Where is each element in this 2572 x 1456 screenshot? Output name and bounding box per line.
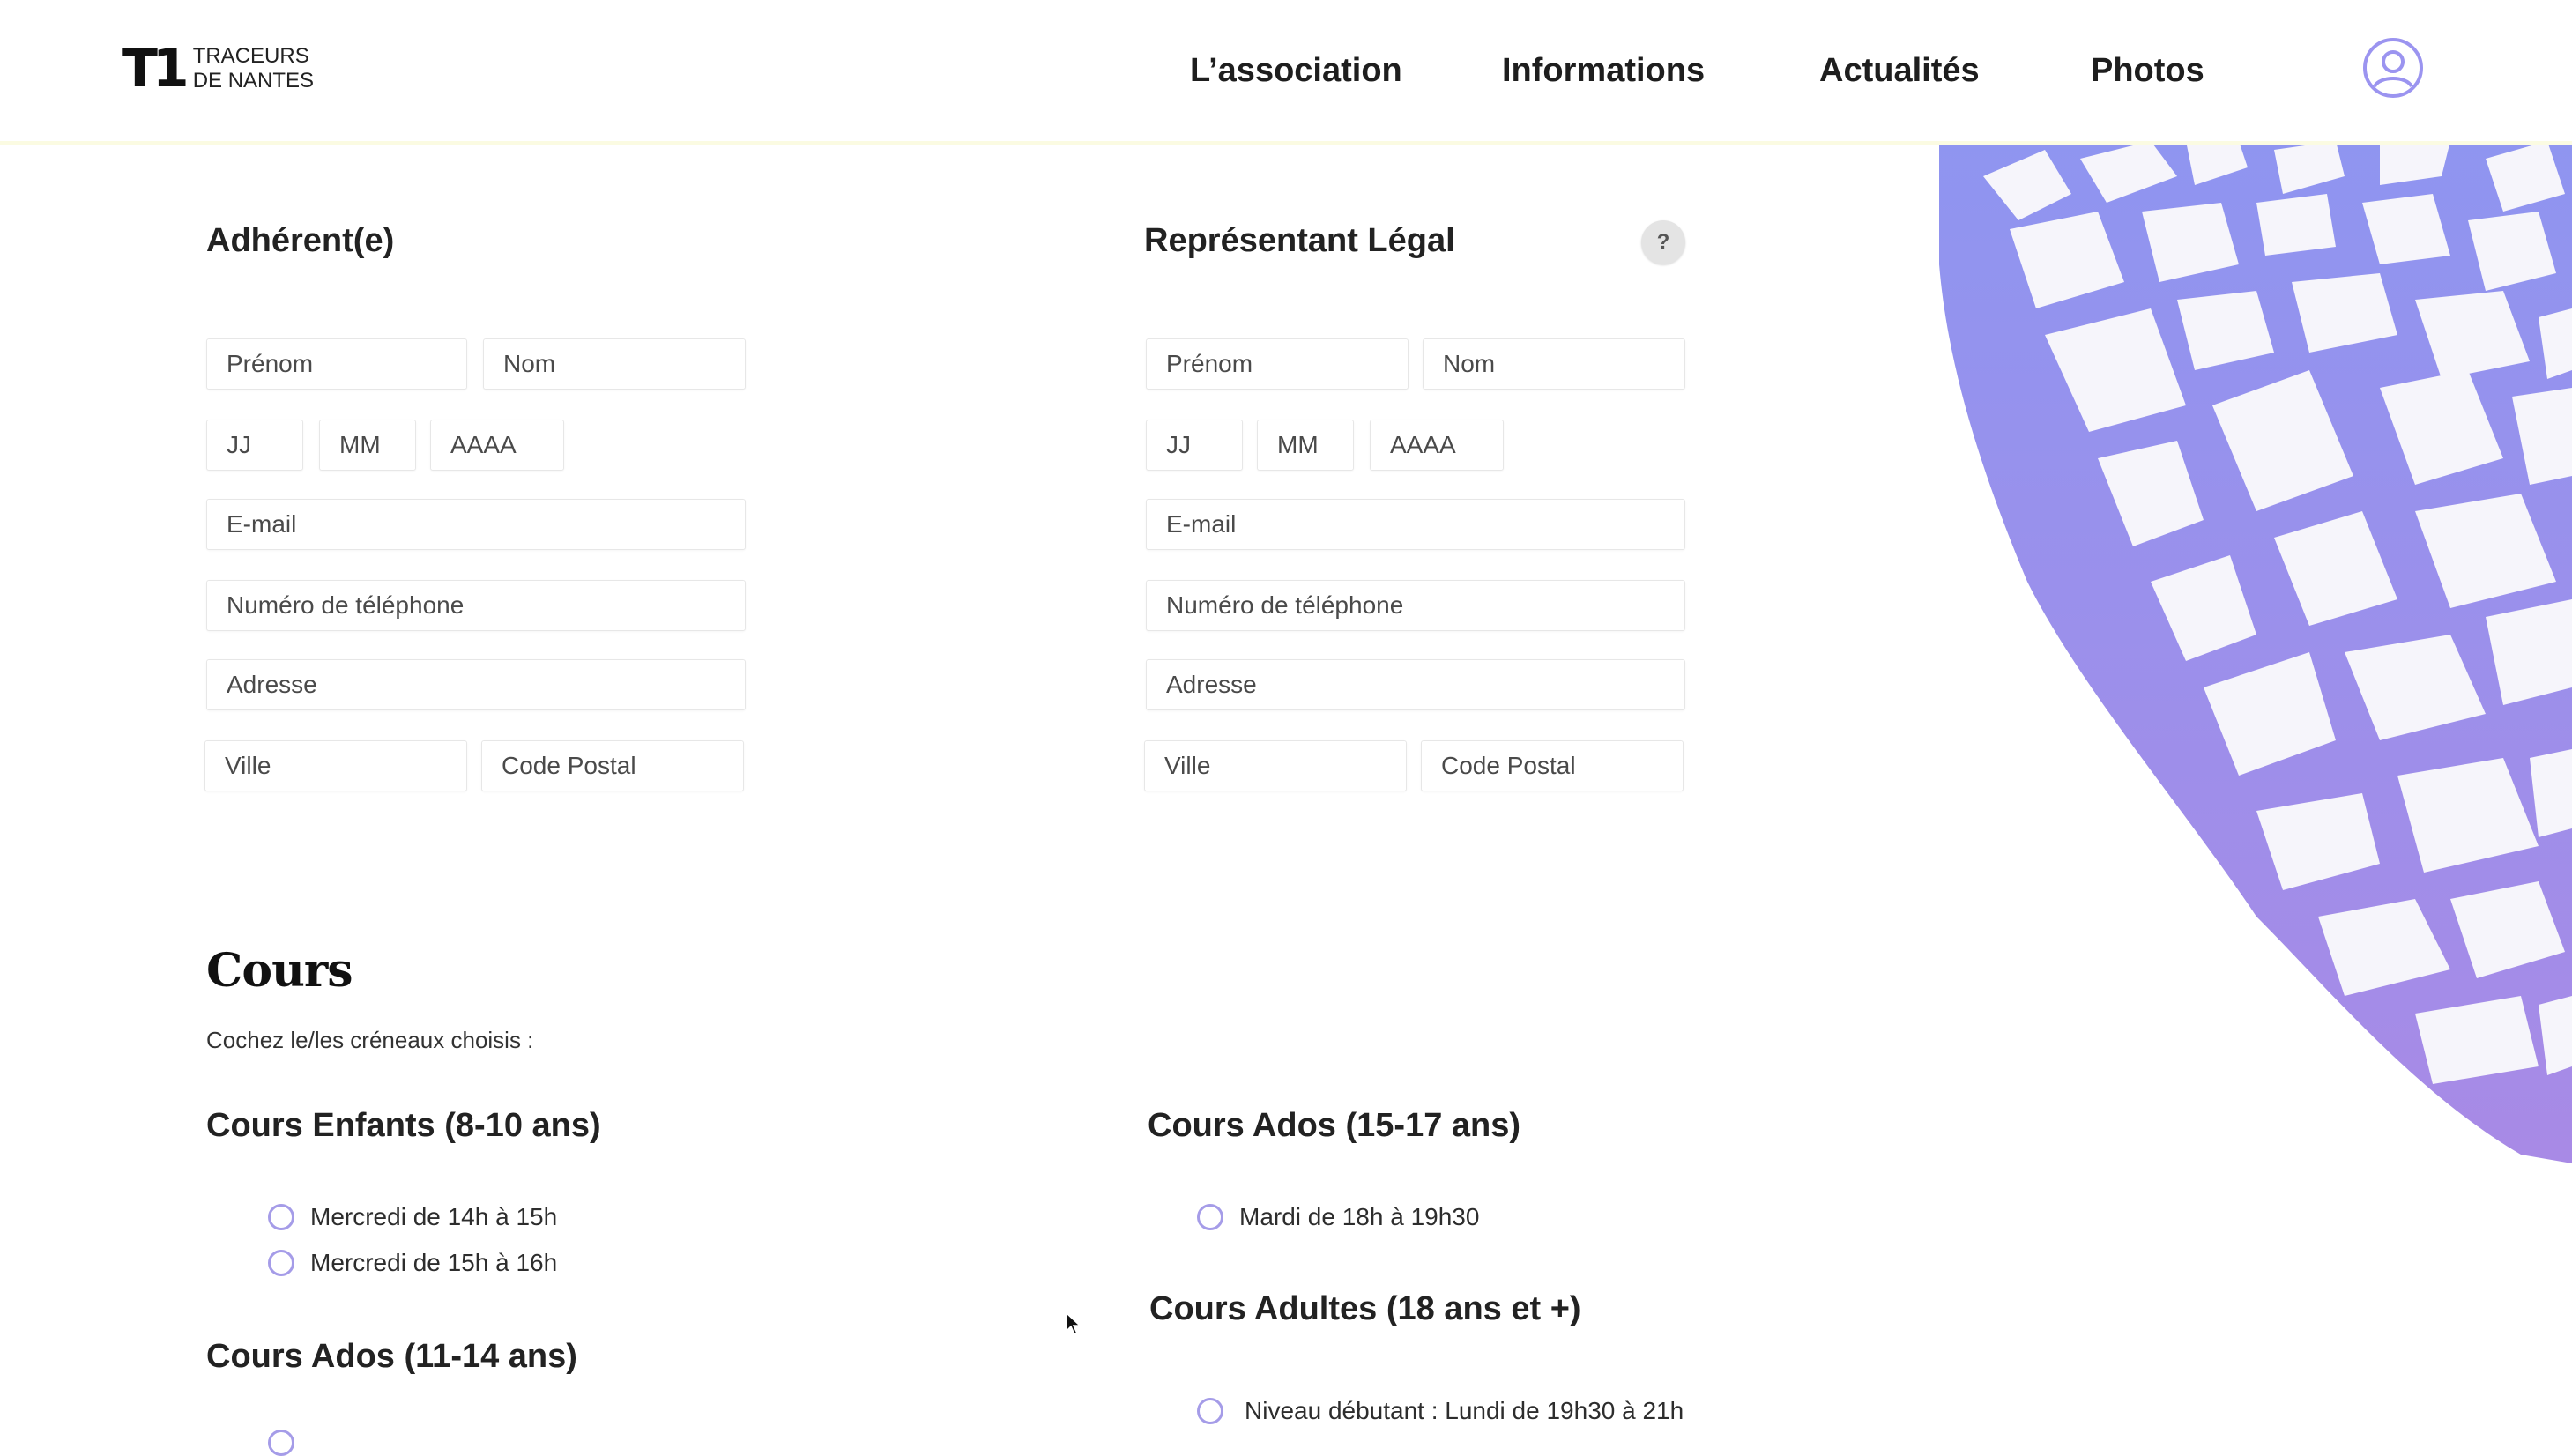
user-icon[interactable] <box>2362 37 2424 99</box>
cours-enfants-title: Cours Enfants (8-10 ans) <box>206 1107 601 1144</box>
nav-photos[interactable]: Photos <box>2091 51 2204 90</box>
adherent-ville-input[interactable] <box>204 740 467 791</box>
radio-button[interactable] <box>1197 1204 1223 1230</box>
logo-line-2: DE NANTES <box>192 69 315 93</box>
cours-instruction: Cochez le/les créneaux choisis : <box>206 1027 534 1053</box>
radio-adultes-option-1[interactable]: Niveau débutant : Lundi de 19h30 à 21h <box>1197 1396 1684 1426</box>
logo-mark: T1 <box>122 38 190 100</box>
adherent-title: Adhérent(e) <box>206 222 395 259</box>
help-icon[interactable]: ? <box>1641 220 1685 264</box>
representant-mm-input[interactable] <box>1257 420 1354 471</box>
site-logo[interactable]: T1 TRACEURS DE NANTES <box>122 42 314 95</box>
representant-telephone-input[interactable] <box>1146 580 1685 631</box>
radio-button[interactable] <box>268 1204 294 1230</box>
representant-nom-input[interactable] <box>1423 338 1685 390</box>
radio-button[interactable] <box>268 1250 294 1276</box>
representant-title: Représentant Légal <box>1144 222 1455 259</box>
nav-actualites[interactable]: Actualités <box>1819 51 1980 90</box>
cours-title: Cours <box>206 944 353 998</box>
adherent-jj-input[interactable] <box>206 420 303 471</box>
representant-ville-input[interactable] <box>1144 740 1407 791</box>
adherent-code-postal-input[interactable] <box>481 740 744 791</box>
radio-enfants-option-1[interactable]: Mercredi de 14h à 15h <box>268 1202 557 1232</box>
radio-ados-15-17-option-1[interactable]: Mardi de 18h à 19h30 <box>1197 1202 1479 1232</box>
nav-association[interactable]: L’association <box>1190 51 1402 90</box>
representant-jj-input[interactable] <box>1146 420 1243 471</box>
nav-informations[interactable]: Informations <box>1502 51 1705 90</box>
option-label: Mercredi de 15h à 16h <box>310 1249 558 1276</box>
adherent-prenom-input[interactable] <box>206 338 467 390</box>
representant-email-input[interactable] <box>1146 499 1685 550</box>
representant-prenom-input[interactable] <box>1146 338 1409 390</box>
map-decoration <box>1939 141 2572 1163</box>
adherent-telephone-input[interactable] <box>206 580 746 631</box>
cours-ados-11-14-title: Cours Ados (11-14 ans) <box>206 1338 577 1375</box>
option-label: Niveau débutant : Lundi de 19h30 à 21h <box>1245 1397 1684 1424</box>
representant-code-postal-input[interactable] <box>1421 740 1684 791</box>
option-label: Mardi de 18h à 19h30 <box>1239 1203 1480 1230</box>
cours-ados-15-17-title: Cours Ados (15-17 ans) <box>1148 1107 1521 1144</box>
logo-line-1: TRACEURS <box>192 44 309 68</box>
adherent-adresse-input[interactable] <box>206 659 746 710</box>
representant-adresse-input[interactable] <box>1146 659 1685 710</box>
radio-enfants-option-2[interactable]: Mercredi de 15h à 16h <box>268 1248 557 1278</box>
representant-aaaa-input[interactable] <box>1370 420 1504 471</box>
logo-text: TRACEURS DE NANTES <box>193 44 314 93</box>
adherent-aaaa-input[interactable] <box>430 420 564 471</box>
radio-button[interactable] <box>1197 1398 1223 1424</box>
option-label: Mercredi de 14h à 15h <box>310 1203 558 1230</box>
mouse-cursor-icon <box>1066 1311 1082 1335</box>
cours-adultes-title: Cours Adultes (18 ans et +) <box>1149 1290 1581 1327</box>
radio-ados-11-14-option-1[interactable] <box>268 1430 294 1456</box>
adherent-nom-input[interactable] <box>483 338 746 390</box>
adherent-mm-input[interactable] <box>319 420 416 471</box>
adherent-email-input[interactable] <box>206 499 746 550</box>
